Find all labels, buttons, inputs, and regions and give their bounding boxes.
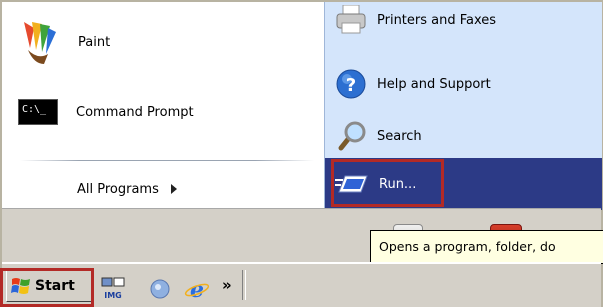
menu-item-label: Paint (78, 34, 111, 50)
paint-icon (24, 22, 56, 64)
svg-text:?: ? (346, 75, 356, 96)
menu-item-run-row[interactable]: Run... (325, 158, 602, 210)
taskbar-separator (242, 270, 246, 300)
menu-item-label: Printers and Faxes (377, 12, 497, 28)
menu-separator (20, 160, 314, 161)
start-button[interactable]: Start (6, 270, 92, 302)
quick-launch-overflow[interactable]: » (222, 276, 232, 294)
tooltip-text: Opens a program, folder, do (379, 239, 556, 254)
img-icon[interactable]: IMG (100, 277, 130, 301)
menu-item-help-and-support[interactable]: ? Help and Support (335, 64, 491, 104)
all-programs-button[interactable]: All Programs (77, 174, 177, 204)
menu-item-command-prompt[interactable]: C:\_ Command Prompt (18, 90, 194, 134)
all-programs-label: All Programs (77, 181, 159, 197)
svg-text:e: e (190, 277, 204, 301)
command-prompt-icon: C:\_ (18, 99, 58, 125)
command-prompt-icon-text: C:\_ (22, 104, 47, 115)
start-label: Start (35, 278, 75, 294)
menu-item-label: Search (377, 128, 422, 144)
taskbar: Start IMG e » (2, 262, 601, 307)
desktop-icon[interactable] (148, 277, 172, 301)
menu-item-paint[interactable]: Paint (18, 16, 110, 68)
arrow-right-icon (170, 184, 177, 194)
help-icon: ? (336, 69, 366, 99)
search-icon (338, 121, 366, 151)
menu-item-label: Help and Support (377, 76, 491, 92)
menu-item-search[interactable]: Search (335, 116, 422, 156)
start-menu-left-panel: Paint C:\_ Command Prompt All Programs (2, 2, 324, 208)
menu-item-label: Command Prompt (76, 104, 194, 120)
menu-item-printers-and-faxes[interactable]: Printers and Faxes (335, 2, 496, 38)
printer-icon (336, 5, 366, 34)
run-icon (335, 175, 368, 193)
windows-logo-icon (11, 278, 30, 294)
menu-item-run[interactable]: Run... (335, 164, 416, 204)
start-menu-right-panel: Printers and Faxes ? Help and Support Se… (324, 2, 602, 210)
svg-text:IMG: IMG (104, 291, 122, 300)
menu-item-label: Run... (379, 176, 417, 192)
ie-icon[interactable]: e (184, 277, 210, 301)
run-tooltip: Opens a program, folder, do (370, 230, 603, 264)
